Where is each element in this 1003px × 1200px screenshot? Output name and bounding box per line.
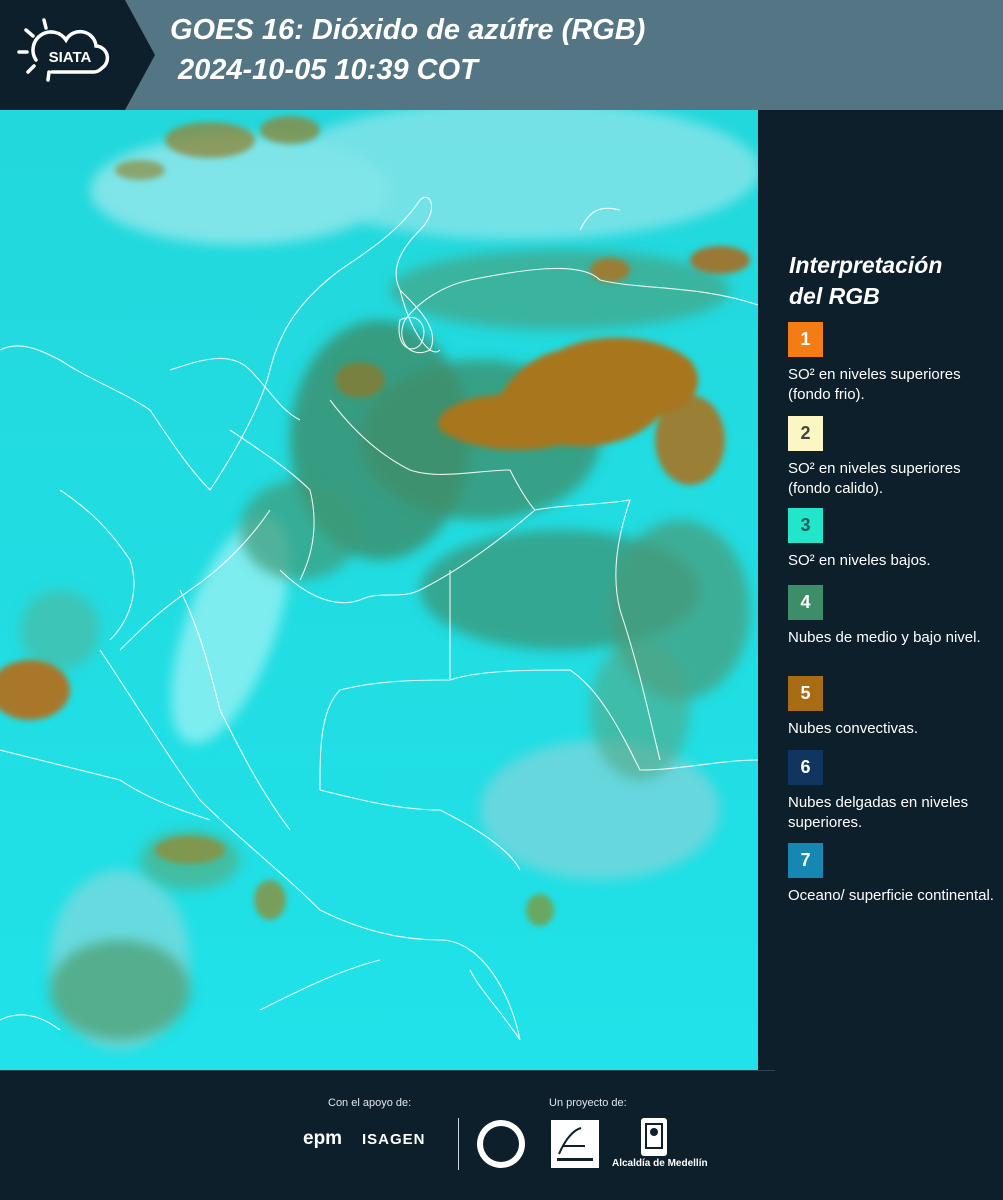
legend-text-6: Nubes delgadas en niveles superiores. [788,794,969,831]
legend-swatch-6: 6 [788,750,823,785]
legend-item-2: 2 SO² en niveles superiores (fondo calid… [788,416,998,499]
legend-swatch-7: 7 [788,843,823,878]
footer-vertical-divider [458,1118,459,1170]
legend-number-4: 4 [800,592,811,612]
legend-swatch-4: 4 [788,585,823,620]
legend-panel: Interpretación del RGB 1 SO² en niveles … [758,110,1003,1070]
medellin-seal-logo [477,1120,525,1168]
legend-text-4: Nubes de medio y bajo nivel. [788,629,981,646]
title-product: GOES 16: Dióxido de azúfre (RGB) [170,14,646,46]
project-label: Un proyecto de: [549,1097,627,1109]
footer: Con el apoyo de: Un proyecto de: epm ISA… [0,1070,1003,1200]
legend-text-5: Nubes convectivas. [788,720,919,737]
legend-title: Interpretación del RGB [789,250,989,312]
legend-title-line2: del RGB [789,283,880,309]
legend-number-2: 2 [800,423,811,443]
legend-swatch-2: 2 [788,416,823,451]
siata-logo-text: SIATA [49,49,92,66]
legend-number-3: 3 [800,515,811,535]
area-metropolitana-logo [551,1120,599,1168]
legend-swatch-5: 5 [788,676,823,711]
title-timestamp: 2024-10-05 10:39 COT [178,54,478,86]
legend-item-4: 4 Nubes de medio y bajo nivel. [788,585,998,648]
legend-item-1: 1 SO² en niveles superiores (fondo frio)… [788,322,998,405]
epm-logo: epm [303,1128,343,1149]
legend-number-7: 7 [800,850,811,870]
legend-text-3: SO² en niveles bajos. [788,552,931,569]
satellite-map [0,110,758,1070]
legend-swatch-3: 3 [788,508,823,543]
legend-text-1: SO² en niveles superiores (fondo frio). [788,366,961,403]
isagen-logo: ISAGEN [362,1131,426,1148]
alcaldia-medellin-logo [641,1118,667,1156]
legend-title-line1: Interpretación [789,252,943,278]
legend-swatch-1: 1 [788,322,823,357]
legend-number-6: 6 [800,757,811,777]
legend-number-1: 1 [800,329,811,349]
legend-item-3: 3 SO² en niveles bajos. [788,508,998,571]
alcaldia-medellin-text: Alcaldía de Medellín [612,1158,708,1169]
legend-text-2: SO² en niveles superiores (fondo calido)… [788,460,961,497]
legend-text-7: Oceano/ superficie continental. [788,887,994,904]
header-bar: SIATA GOES 16: Dióxido de azúfre (RGB) 2… [0,0,1003,110]
siata-logo: SIATA [0,0,155,110]
legend-item-5: 5 Nubes convectivas. [788,676,998,739]
legend-item-7: 7 Oceano/ superficie continental. [788,843,998,906]
legend-number-5: 5 [800,683,811,703]
support-label: Con el apoyo de: [328,1097,412,1109]
footer-divider-line [0,1070,775,1071]
legend-item-6: 6 Nubes delgadas en niveles superiores. [788,750,998,833]
